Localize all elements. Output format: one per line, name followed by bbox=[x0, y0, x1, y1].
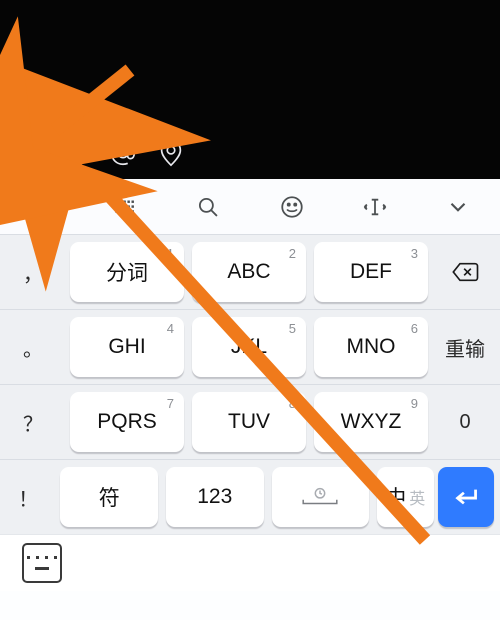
key-zero[interactable]: 0 bbox=[432, 385, 498, 459]
language-switch-key[interactable]: 中英 bbox=[377, 467, 433, 527]
key-pqrs[interactable]: 7PQRS bbox=[70, 392, 184, 452]
key-abc[interactable]: 2ABC bbox=[192, 242, 306, 302]
keyboard-tool-row bbox=[0, 179, 500, 235]
search-icon[interactable] bbox=[167, 194, 250, 220]
kaomoji-icon[interactable] bbox=[60, 138, 90, 168]
key-jkl[interactable]: 5JKL bbox=[192, 317, 306, 377]
chevron-down-icon[interactable] bbox=[417, 194, 500, 220]
key-wxyz[interactable]: 9WXYZ bbox=[314, 392, 428, 452]
punct-period-key[interactable]: 。 bbox=[0, 310, 66, 384]
compose-options-bar bbox=[0, 127, 500, 179]
app-top-black-area bbox=[0, 0, 500, 179]
keyboard: ， 1分词 2ABC 3DEF 。 4GHI 5JKL 6MNO 重输 ？ 7P… bbox=[0, 235, 500, 591]
punct-exclaim-key[interactable]: ！ bbox=[0, 460, 56, 534]
cursor-icon[interactable] bbox=[333, 194, 416, 220]
symbol-key[interactable]: 符 bbox=[60, 467, 158, 527]
reinput-key[interactable]: 重输 bbox=[432, 310, 498, 384]
key-def[interactable]: 3DEF bbox=[314, 242, 428, 302]
dismiss-keyboard-icon[interactable] bbox=[22, 543, 62, 583]
keyboard-bottom-bar bbox=[0, 534, 500, 591]
empty-region bbox=[0, 0, 500, 127]
hashtag-tv-icon[interactable] bbox=[12, 138, 42, 168]
at-icon[interactable] bbox=[108, 138, 138, 168]
key-mno[interactable]: 6MNO bbox=[314, 317, 428, 377]
punct-comma-key[interactable]: ， bbox=[0, 235, 66, 309]
space-key[interactable] bbox=[272, 467, 370, 527]
key-fenci[interactable]: 1分词 bbox=[70, 242, 184, 302]
backspace-key[interactable] bbox=[432, 235, 498, 309]
location-icon[interactable] bbox=[156, 138, 186, 168]
numeric-key[interactable]: 123 bbox=[166, 467, 264, 527]
emoji-icon[interactable] bbox=[250, 194, 333, 220]
key-ghi[interactable]: 4GHI bbox=[70, 317, 184, 377]
punct-question-key[interactable]: ？ bbox=[0, 385, 66, 459]
key-tuv[interactable]: 8TUV bbox=[192, 392, 306, 452]
enter-key[interactable] bbox=[438, 467, 494, 527]
grid-icon[interactable] bbox=[0, 194, 83, 220]
keyboard-layout-icon[interactable] bbox=[83, 194, 166, 220]
